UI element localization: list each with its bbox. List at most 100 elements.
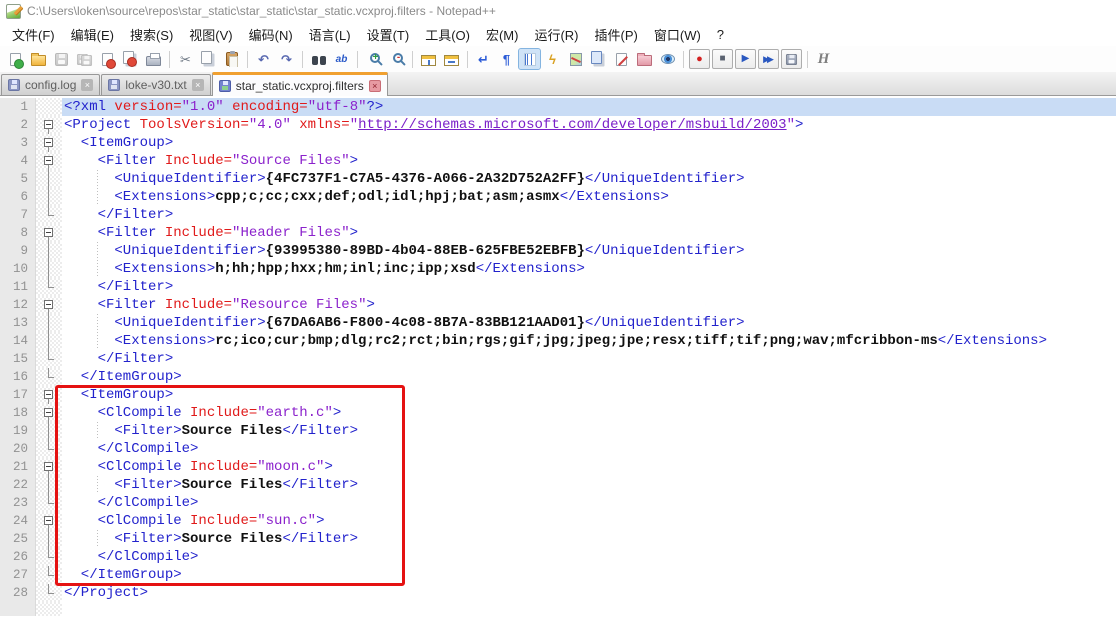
code-text: <UniqueIdentifier>{67DA6AB6-F800-4c08-8B… — [62, 314, 1116, 332]
menu-item-encoding[interactable]: 编码(N) — [241, 22, 301, 47]
zoom-in-button[interactable] — [363, 49, 384, 69]
code-line[interactable]: 24 <ClCompile Include="sun.c"> — [0, 512, 1116, 530]
fold-collapse-icon[interactable] — [44, 156, 53, 165]
fold-collapse-icon[interactable] — [44, 516, 53, 525]
macro-save-button[interactable] — [781, 49, 802, 69]
fold-margin[interactable] — [36, 134, 62, 152]
code-text: <Extensions>cpp;c;cc;cxx;def;odl;idl;hpj… — [62, 188, 1116, 206]
code-line[interactable]: 23 </ClCompile> — [0, 494, 1116, 512]
zoom-out-button[interactable] — [386, 49, 407, 69]
user-language-button[interactable]: ϟ — [542, 49, 563, 69]
sync-vertical-button[interactable] — [418, 49, 439, 69]
fold-collapse-icon[interactable] — [44, 228, 53, 237]
tab-loke-v30-txt[interactable]: loke-v30.txt× — [101, 74, 210, 95]
fold-margin[interactable] — [36, 404, 62, 422]
code-line[interactable]: 15 </Filter> — [0, 350, 1116, 368]
open-file-button[interactable] — [28, 49, 49, 69]
fold-margin[interactable] — [36, 512, 62, 530]
code-line[interactable]: 1<?xml version="1.0" encoding="utf-8"?> — [0, 98, 1116, 116]
code-line[interactable]: 16 </ItemGroup> — [0, 368, 1116, 386]
code-line[interactable]: 6 <Extensions>cpp;c;cc;cxx;def;odl;idl;h… — [0, 188, 1116, 206]
function-list-button[interactable] — [611, 49, 632, 69]
code-line[interactable]: 14 <Extensions>rc;ico;cur;bmp;dlg;rc2;rc… — [0, 332, 1116, 350]
code-line[interactable]: 5 <UniqueIdentifier>{4FC737F1-C7A5-4376-… — [0, 170, 1116, 188]
macro-record-button[interactable]: ● — [689, 49, 710, 69]
code-line[interactable]: 21 <ClCompile Include="moon.c"> — [0, 458, 1116, 476]
new-file-button[interactable] — [5, 49, 26, 69]
fold-collapse-icon[interactable] — [44, 300, 53, 309]
titlebar[interactable]: C:\Users\loken\source\repos\star_static\… — [0, 0, 1116, 22]
indent-guide-button[interactable] — [519, 49, 540, 69]
close-all-button[interactable] — [120, 49, 141, 69]
code-line[interactable]: 22 <Filter>Source Files</Filter> — [0, 476, 1116, 494]
menu-item-settings[interactable]: 设置(T) — [359, 22, 418, 47]
fold-collapse-icon[interactable] — [44, 120, 53, 129]
fold-margin[interactable] — [36, 386, 62, 404]
menu-item-language[interactable]: 语言(L) — [301, 22, 359, 47]
macro-run-multiple-button[interactable]: ▶▶ — [758, 49, 779, 69]
code-line[interactable]: 18 <ClCompile Include="earth.c"> — [0, 404, 1116, 422]
menu-item-help[interactable]: ? — [709, 24, 732, 45]
code-line[interactable]: 11 </Filter> — [0, 278, 1116, 296]
code-line[interactable]: 25 <Filter>Source Files</Filter> — [0, 530, 1116, 548]
fold-margin[interactable] — [36, 296, 62, 314]
paste-button[interactable] — [221, 49, 242, 69]
code-line[interactable]: 19 <Filter>Source Files</Filter> — [0, 422, 1116, 440]
code-line[interactable]: 26 </ClCompile> — [0, 548, 1116, 566]
fold-margin[interactable] — [36, 224, 62, 242]
print-button[interactable] — [143, 49, 164, 69]
tab-star-static-vcxproj-filters[interactable]: star_static.vcxproj.filters× — [212, 72, 388, 96]
menu-item-tools[interactable]: 工具(O) — [417, 22, 478, 47]
code-line[interactable]: 28</Project> — [0, 584, 1116, 602]
code-line[interactable]: 13 <UniqueIdentifier>{67DA6AB6-F800-4c08… — [0, 314, 1116, 332]
code-line[interactable]: 3 <ItemGroup> — [0, 134, 1116, 152]
code-line[interactable]: 12 <Filter Include="Resource Files"> — [0, 296, 1116, 314]
fold-margin[interactable] — [36, 152, 62, 170]
fold-collapse-icon[interactable] — [44, 138, 53, 147]
replace-button[interactable]: ab — [331, 49, 352, 69]
tab-close-icon[interactable]: × — [192, 79, 204, 91]
doc-map-button[interactable] — [565, 49, 586, 69]
macro-play-button[interactable]: ▶ — [735, 49, 756, 69]
menu-item-window[interactable]: 窗口(W) — [646, 22, 709, 47]
menu-item-macro[interactable]: 宏(M) — [478, 22, 527, 47]
menu-item-file[interactable]: 文件(F) — [4, 22, 63, 47]
sync-horizontal-button[interactable] — [441, 49, 462, 69]
fold-collapse-icon[interactable] — [44, 462, 53, 471]
code-line[interactable]: 8 <Filter Include="Header Files"> — [0, 224, 1116, 242]
find-button[interactable] — [308, 49, 329, 69]
redo-button[interactable]: ↷ — [276, 49, 297, 69]
code-line[interactable]: 7 </Filter> — [0, 206, 1116, 224]
word-wrap-button[interactable]: ↵ — [473, 49, 494, 69]
doc-list-button[interactable] — [588, 49, 609, 69]
undo-button[interactable]: ↶ — [253, 49, 274, 69]
folder-workspace-button[interactable] — [634, 49, 655, 69]
fold-collapse-icon[interactable] — [44, 408, 53, 417]
close-button[interactable] — [97, 49, 118, 69]
monitoring-button[interactable] — [657, 49, 678, 69]
tab-close-icon[interactable]: × — [369, 80, 381, 92]
cut-button[interactable]: ✂ — [175, 49, 196, 69]
menu-item-edit[interactable]: 编辑(E) — [63, 22, 122, 47]
code-line[interactable]: 10 <Extensions>h;hh;hpp;hxx;hm;inl;inc;i… — [0, 260, 1116, 278]
code-line[interactable]: 17 <ItemGroup> — [0, 386, 1116, 404]
code-line[interactable]: 4 <Filter Include="Source Files"> — [0, 152, 1116, 170]
copy-button[interactable] — [198, 49, 219, 69]
code-line[interactable]: 27 </ItemGroup> — [0, 566, 1116, 584]
code-line[interactable]: 2<Project ToolsVersion="4.0" xmlns="http… — [0, 116, 1116, 134]
fold-collapse-icon[interactable] — [44, 390, 53, 399]
macro-stop-button[interactable]: ■ — [712, 49, 733, 69]
menu-item-search[interactable]: 搜索(S) — [122, 22, 181, 47]
menu-item-plugins[interactable]: 插件(P) — [587, 22, 646, 47]
code-line[interactable]: 20 </ClCompile> — [0, 440, 1116, 458]
code-line[interactable]: 9 <UniqueIdentifier>{93995380-89BD-4b04-… — [0, 242, 1116, 260]
html-preview-button[interactable]: H — [813, 49, 834, 69]
show-all-chars-button[interactable]: ¶ — [496, 49, 517, 69]
fold-margin[interactable] — [36, 458, 62, 476]
editor[interactable]: 1<?xml version="1.0" encoding="utf-8"?>2… — [0, 96, 1116, 632]
fold-margin[interactable] — [36, 116, 62, 134]
tab-config-log[interactable]: config.log× — [1, 74, 100, 95]
menu-item-view[interactable]: 视图(V) — [181, 22, 240, 47]
tab-close-icon[interactable]: × — [81, 79, 93, 91]
menu-item-run[interactable]: 运行(R) — [526, 22, 586, 47]
